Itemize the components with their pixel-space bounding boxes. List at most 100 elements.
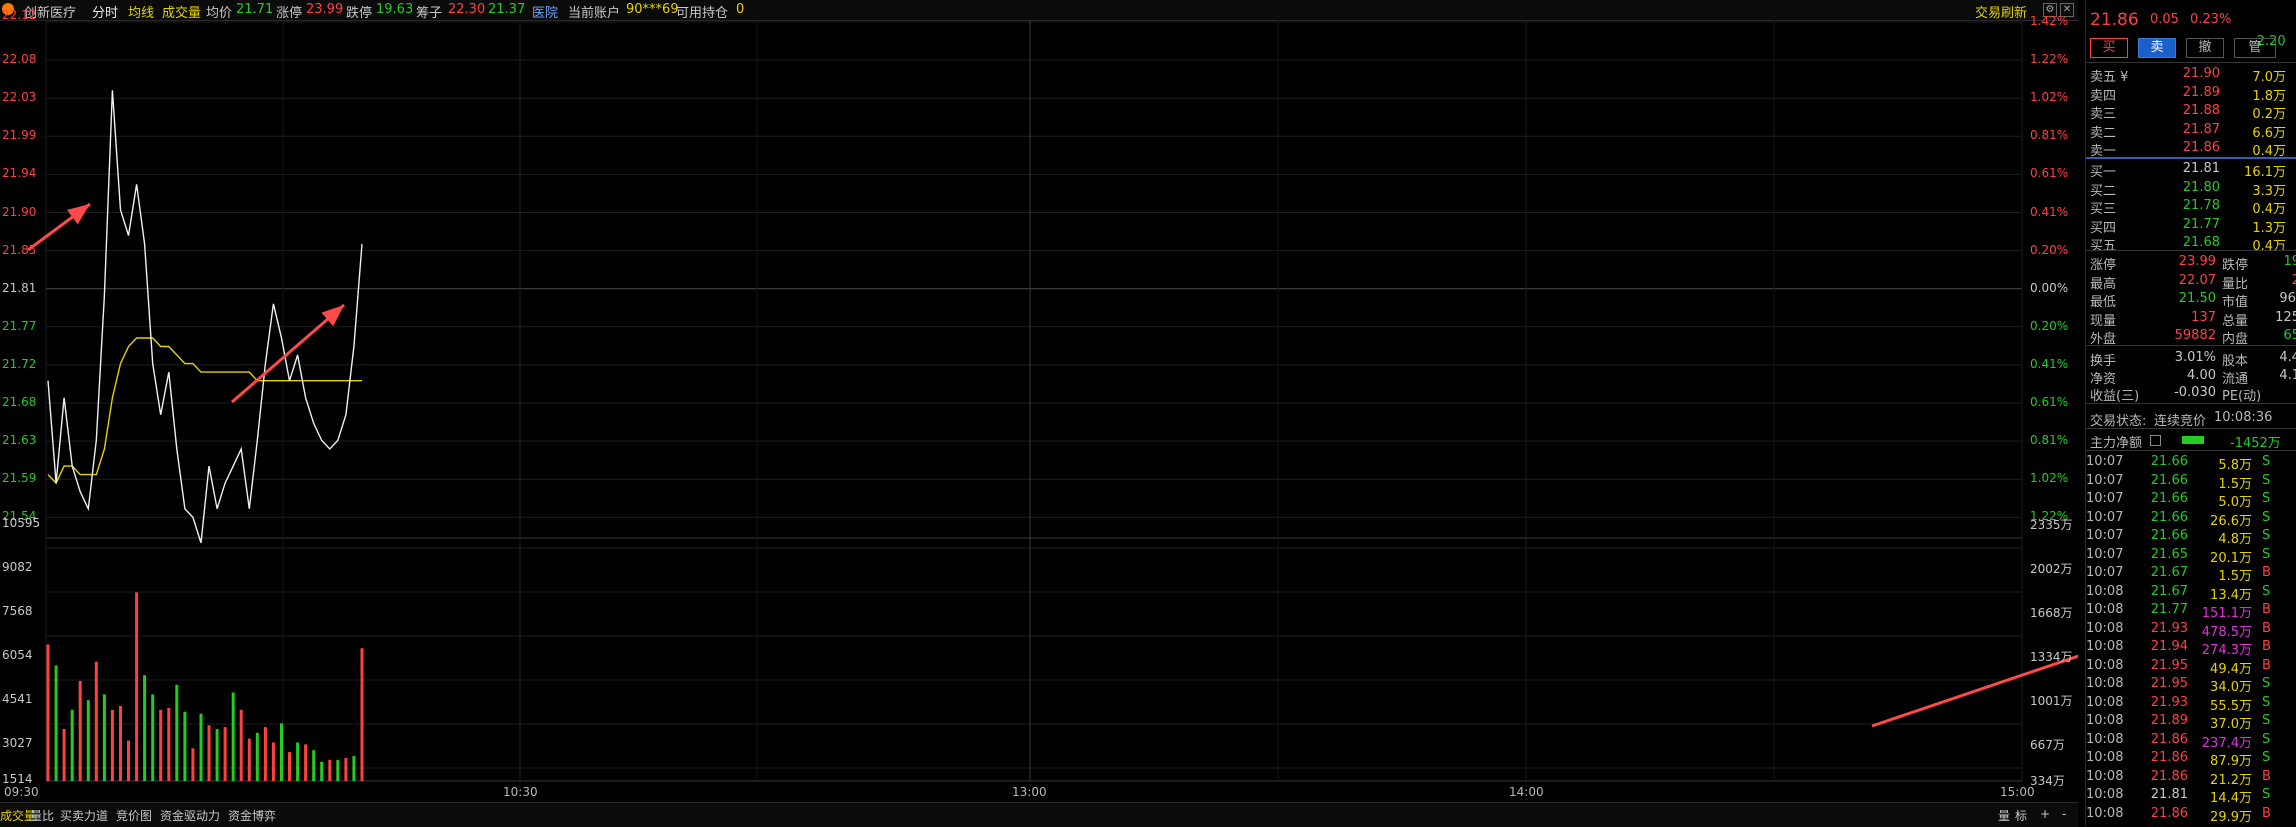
pct-tick-label: 1.22% [2030,52,2069,67]
stat-value: 65 [2283,328,2296,344]
tick-price: 21.66 [2150,491,2188,506]
sell-button[interactable]: 卖 [2138,38,2176,58]
book-price: 21.89 [2182,84,2220,100]
volume-button[interactable]: 量 [1998,807,2010,824]
tick-time: 10:07 [2086,546,2124,562]
volume-bar [223,727,227,781]
book-level-label: 买四 [2090,220,2117,236]
tick-volume: 14.4万 [2210,791,2252,806]
zoom-out-button[interactable]: - [2062,807,2066,821]
stat-value: -0.030 [2174,385,2216,401]
volume-toggle[interactable]: 成交量 [162,2,201,21]
book-level-label: 卖四 [2090,88,2117,104]
price-tick-label: 21.77 [2,318,37,333]
tick-direction: S [2262,676,2271,691]
book-price: 21.88 [2182,103,2220,119]
stat-value: 19 [2283,254,2296,269]
stat-label: 流通 [2222,371,2249,387]
stat-value: 23.99 [2178,254,2216,269]
tab-intraday[interactable]: 分时 [92,2,118,21]
avg-line-toggle[interactable]: 均线 [128,2,154,21]
volume-bar [183,711,187,781]
tick-volume: 29.9万 [2210,809,2252,825]
info-icon[interactable] [2150,435,2161,446]
volume-bar [215,729,219,781]
zoom-in-button[interactable]: + [2040,807,2050,821]
avg-price-line [47,337,362,485]
main-net-value: -1452万 [2230,436,2281,451]
stat-label: 最低 [2090,295,2117,311]
book-price: 21.86 [2182,140,2220,156]
mark-button[interactable]: 标 [2015,807,2027,824]
volume-bar [312,750,316,781]
book-price: 21.81 [2182,161,2220,176]
account-value: 90***69 [626,2,679,17]
volume-bar [94,661,98,781]
pct-tick-label: 0.61% [2030,395,2069,409]
volume-tick-label: 1668万 [2030,606,2073,620]
trade-status: 连续竞价 [2154,414,2207,429]
tab-buy-sell-power[interactable]: 买卖力道 [60,807,108,824]
tick-direction: S [2262,472,2271,488]
chips-label: 筹子 [416,6,443,21]
volume-bar [78,680,82,781]
volume-bar [191,748,195,781]
tick-time: 10:07 [2086,565,2124,580]
pct-tick-label: 0.41% [2030,356,2069,371]
avg-price-value: 21.71 [236,2,274,17]
stat-label: 股本 [2222,354,2249,369]
volume-bar [352,756,356,781]
stat-label: 最高 [2090,276,2117,292]
trade-refresh-button[interactable]: 交易刷新 [1975,2,2027,21]
volume-tick-label: 3027 [2,736,33,750]
volume-bar [86,700,90,781]
volume-bar [127,740,130,781]
volume-bar [159,709,163,781]
pct-tick-label: 0.00% [2030,280,2069,295]
volume-tick-label: 10595 [2,516,41,530]
stat-value: 4.4 [2279,350,2296,365]
price-tick-label: 21.68 [2,395,37,409]
tick-direction: S [2262,491,2271,506]
tick-volume: 34.0万 [2210,680,2252,695]
price-tick-label: 21.85 [2,242,37,257]
sector-link[interactable]: 医院 [532,2,558,21]
pct-tick-label: 0.20% [2030,242,2069,257]
stat-label: 收益(三) [2090,389,2140,405]
price-change-pct: 0.23% [2190,12,2232,27]
tick-time: 10:08 [2086,676,2124,691]
tab-volume-ratio[interactable]: 量比 [30,807,54,824]
stat-label: 市值 [2222,295,2249,311]
tick-volume: 87.9万 [2210,754,2252,769]
tab-capital-drive[interactable]: 资金驱动力 [160,807,220,824]
book-level-label: 卖二 [2090,125,2117,141]
book-volume: 0.4万 [2252,202,2286,218]
avg-price-label: 均价 [206,6,233,21]
tick-direction: S [2262,454,2271,469]
tab-capital-game[interactable]: 资金博弈 [228,807,276,824]
volume-tick-label: 2002万 [2030,562,2073,576]
cancel-order-button[interactable]: 撤 [2186,38,2224,58]
tick-direction: S [2262,583,2271,599]
manage-button[interactable]: 管 [2234,38,2276,58]
tick-price: 21.77 [2150,602,2188,617]
tick-volume: 37.0万 [2210,717,2252,732]
pct-tick-label: 1.02% [2030,90,2069,105]
tick-direction: S [2262,546,2271,562]
tick-time: 10:08 [2086,768,2124,784]
tick-price: 21.93 [2150,620,2188,636]
tab-auction-chart[interactable]: 竞价图 [116,807,152,824]
volume-bar [102,694,106,781]
volume-bars [46,592,364,781]
volume-bar [255,732,259,781]
price-tick-label: 21.63 [2,433,37,448]
price-tick-label: 21.81 [2,280,37,295]
buy-button[interactable]: 买 [2090,38,2128,58]
book-volume: 16.1万 [2244,165,2286,180]
volume-tick-label: 4541 [2,692,33,706]
volume-bar [207,725,211,781]
account-label: 当前账户 [568,6,621,21]
tick-volume: 5.0万 [2218,495,2252,510]
tick-volume: 478.5万 [2201,624,2252,640]
tick-time: 10:07 [2086,528,2124,543]
